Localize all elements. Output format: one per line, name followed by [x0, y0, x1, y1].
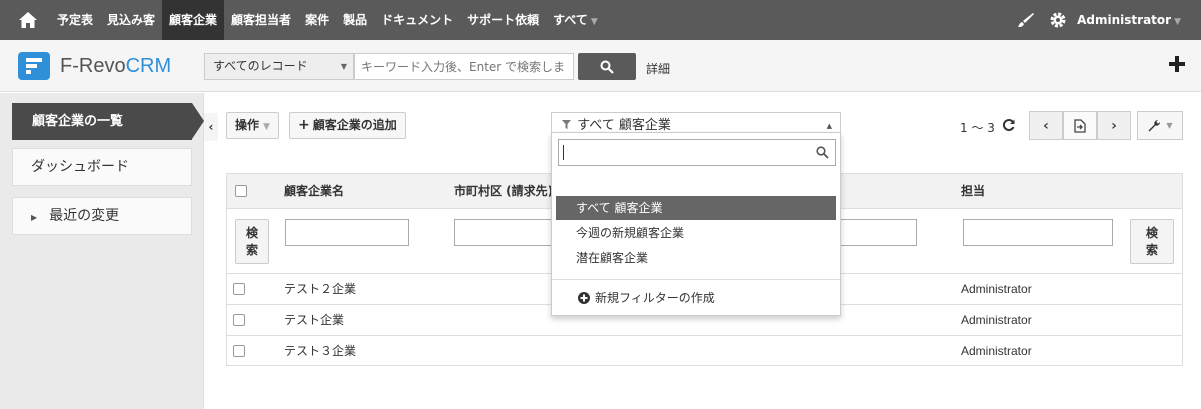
- row-checkbox[interactable]: [233, 283, 245, 295]
- table-row[interactable]: テスト３企業 Administrator: [227, 336, 1182, 367]
- document-jump-icon: [1074, 118, 1086, 133]
- sidebar: 顧客企業の一覧 ダッシュボード ▶ 最近の変更: [0, 93, 204, 409]
- search-icon: [816, 146, 829, 159]
- sidebar-item-dashboard[interactable]: ダッシュボード: [12, 148, 192, 186]
- prev-page-button[interactable]: ‹: [1029, 111, 1063, 140]
- search-button-text-1: 検: [1145, 226, 1158, 240]
- sidebar-collapse-toggle[interactable]: ‹: [204, 113, 218, 141]
- column-header-name[interactable]: 顧客企業名: [284, 174, 344, 209]
- menu-item-all-label: すべて: [553, 13, 588, 27]
- main-menu: 予定表 見込み客 顧客企業 顧客担当者 案件 製品 ドキュメント サポート依頼 …: [50, 0, 605, 40]
- column-search-button-right[interactable]: 検索: [1130, 219, 1174, 264]
- create-filter-label: 新規フィルターの作成: [595, 291, 715, 305]
- city-filter-input[interactable]: [454, 219, 554, 246]
- actions-button[interactable]: 操作 ▼: [226, 112, 279, 139]
- column-header-owner[interactable]: 担当: [961, 174, 985, 209]
- chevron-down-icon: ▼: [263, 122, 270, 132]
- header-bar: F-RevoCRM すべてのレコード ▼ 詳細: [0, 40, 1201, 92]
- filter-option-prospects[interactable]: 潜在顧客企業: [556, 246, 836, 270]
- search-button-text-2: 索: [1145, 243, 1158, 257]
- text-cursor: [563, 145, 564, 160]
- sidebar-item-recent[interactable]: ▶ 最近の変更: [12, 197, 192, 235]
- column-search-button-left[interactable]: 検索: [235, 219, 269, 264]
- logo-text: F-RevoCRM: [60, 55, 171, 78]
- search-input[interactable]: [354, 53, 574, 80]
- owner-filter-input[interactable]: [963, 219, 1113, 246]
- filter-option-new-this-week[interactable]: 今週の新規顧客企業: [556, 221, 836, 245]
- dropdown-divider: [552, 279, 840, 280]
- search-icon: [600, 60, 614, 74]
- row-checkbox[interactable]: [233, 345, 245, 357]
- record-scope-select[interactable]: すべてのレコード ▼: [204, 53, 354, 80]
- chevron-down-icon: ▼: [590, 17, 598, 27]
- account-owner: Administrator: [961, 344, 1032, 358]
- search-button[interactable]: [578, 53, 636, 80]
- account-name[interactable]: テスト３企業: [284, 336, 356, 367]
- menu-item-leads[interactable]: 見込み客: [100, 0, 162, 40]
- account-owner: Administrator: [961, 313, 1032, 327]
- filter-icon: [562, 120, 571, 129]
- refresh-icon[interactable]: [1002, 118, 1016, 132]
- record-scope-value: すべてのレコード: [213, 59, 308, 73]
- logo-text-accent: CRM: [125, 54, 172, 77]
- caret-right-icon: ▶: [31, 213, 38, 222]
- chevron-down-icon: ▼: [1166, 121, 1173, 130]
- chevron-left-icon: ‹: [1043, 117, 1049, 134]
- next-page-button[interactable]: ›: [1097, 111, 1131, 140]
- name-filter-input[interactable]: [285, 219, 409, 246]
- filter-dropdown: すべて 顧客企業 今週の新規顧客企業 潜在顧客企業 新規フィルターの作成: [551, 132, 841, 316]
- menu-item-opportunities[interactable]: 案件: [298, 0, 336, 40]
- brush-icon[interactable]: [1017, 11, 1035, 29]
- actions-label: 操作: [235, 118, 260, 132]
- gear-icon[interactable]: [1049, 11, 1067, 29]
- chevron-down-icon: ▼: [340, 62, 347, 71]
- app-logo[interactable]: F-RevoCRM: [18, 52, 171, 80]
- search-button-text-2: 索: [245, 243, 258, 257]
- menu-item-documents[interactable]: ドキュメント: [374, 0, 460, 40]
- user-name: Administrator: [1077, 13, 1172, 27]
- plus-circle-icon: [578, 291, 590, 304]
- row-checkbox[interactable]: [233, 314, 245, 326]
- filter-current-value: すべて 顧客企業: [577, 118, 671, 133]
- account-owner: Administrator: [961, 282, 1032, 296]
- create-filter-link[interactable]: 新規フィルターの作成: [578, 289, 715, 306]
- account-name[interactable]: テスト２企業: [284, 274, 356, 305]
- select-all-checkbox[interactable]: [235, 185, 247, 197]
- filter-search-input[interactable]: [558, 139, 836, 166]
- search-button-text-1: 検: [245, 226, 258, 240]
- sidebar-item-recent-label: 最近の変更: [49, 208, 120, 224]
- wrench-icon: [1148, 119, 1161, 131]
- menu-item-contacts[interactable]: 顧客担当者: [224, 0, 298, 40]
- logo-icon: [18, 52, 50, 80]
- menu-item-all[interactable]: すべて ▼: [546, 0, 605, 40]
- filter-option-all[interactable]: すべて 顧客企業: [556, 196, 836, 220]
- chevron-down-icon: ▼: [1174, 17, 1181, 27]
- logo-text-main: F-Revo: [60, 54, 126, 77]
- column-header-city[interactable]: 市町村区 (請求先): [454, 174, 553, 209]
- plus-icon: +: [298, 117, 310, 133]
- add-account-button[interactable]: + 顧客企業の追加: [289, 112, 406, 139]
- plus-icon[interactable]: [1167, 54, 1187, 74]
- add-account-label: 顧客企業の追加: [312, 118, 397, 132]
- menu-item-tickets[interactable]: サポート依頼: [460, 0, 546, 40]
- advanced-search-link[interactable]: 詳細: [646, 60, 670, 77]
- page-jump-button[interactable]: [1063, 111, 1097, 140]
- home-icon[interactable]: [18, 10, 38, 30]
- menu-item-accounts[interactable]: 顧客企業: [162, 0, 225, 40]
- top-navbar: 予定表 見込み客 顧客企業 顧客担当者 案件 製品 ドキュメント サポート依頼 …: [0, 0, 1201, 40]
- menu-item-calendar[interactable]: 予定表: [50, 0, 100, 40]
- chevron-right-icon: ›: [1111, 117, 1117, 134]
- menu-item-products[interactable]: 製品: [336, 0, 374, 40]
- sidebar-item-accounts-list[interactable]: 顧客企業の一覧: [12, 103, 204, 140]
- pager-range: 1 ～ 3: [960, 121, 995, 135]
- user-menu[interactable]: Administrator ▼: [1077, 13, 1181, 27]
- account-name[interactable]: テスト企業: [284, 305, 344, 336]
- list-settings-button[interactable]: ▼: [1137, 111, 1183, 140]
